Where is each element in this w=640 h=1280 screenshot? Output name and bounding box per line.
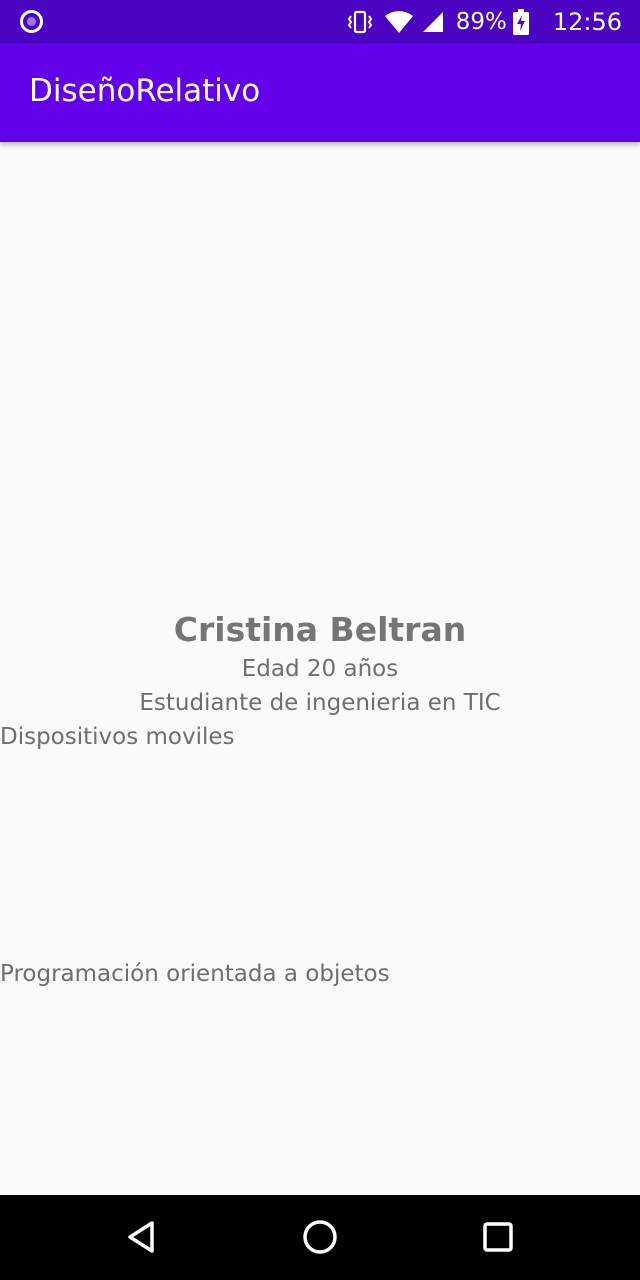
recents-icon xyxy=(483,1222,513,1252)
app-notification-icon xyxy=(20,10,43,33)
profile-study: Estudiante de ingenieria en TIC xyxy=(139,690,501,716)
status-bar: 89% 12:56 xyxy=(0,0,640,43)
battery-charging-icon xyxy=(512,8,529,35)
screen: 89% 12:56 DiseñoRelativo Cristina Beltra… xyxy=(0,0,640,1280)
home-button[interactable] xyxy=(298,1215,342,1259)
battery-percent: 89% xyxy=(455,8,507,35)
home-icon xyxy=(303,1220,337,1254)
signal-icon xyxy=(422,11,444,33)
course-item: Programación orientada a objetos xyxy=(0,961,390,987)
app-bar: DiseñoRelativo xyxy=(0,43,640,142)
wifi-icon xyxy=(384,10,414,34)
course-item: Dispositivos moviles xyxy=(0,724,235,750)
status-icons: 89% 12:56 xyxy=(346,0,622,43)
recents-button[interactable] xyxy=(476,1215,520,1259)
back-button[interactable] xyxy=(120,1215,164,1259)
back-icon xyxy=(128,1221,154,1253)
vibrate-icon xyxy=(346,9,374,35)
clock: 12:56 xyxy=(552,7,622,36)
app-title: DiseñoRelativo xyxy=(29,73,261,109)
profile-age: Edad 20 años xyxy=(241,656,399,682)
profile-name: Cristina Beltran xyxy=(173,610,467,649)
navigation-bar xyxy=(0,1195,640,1280)
